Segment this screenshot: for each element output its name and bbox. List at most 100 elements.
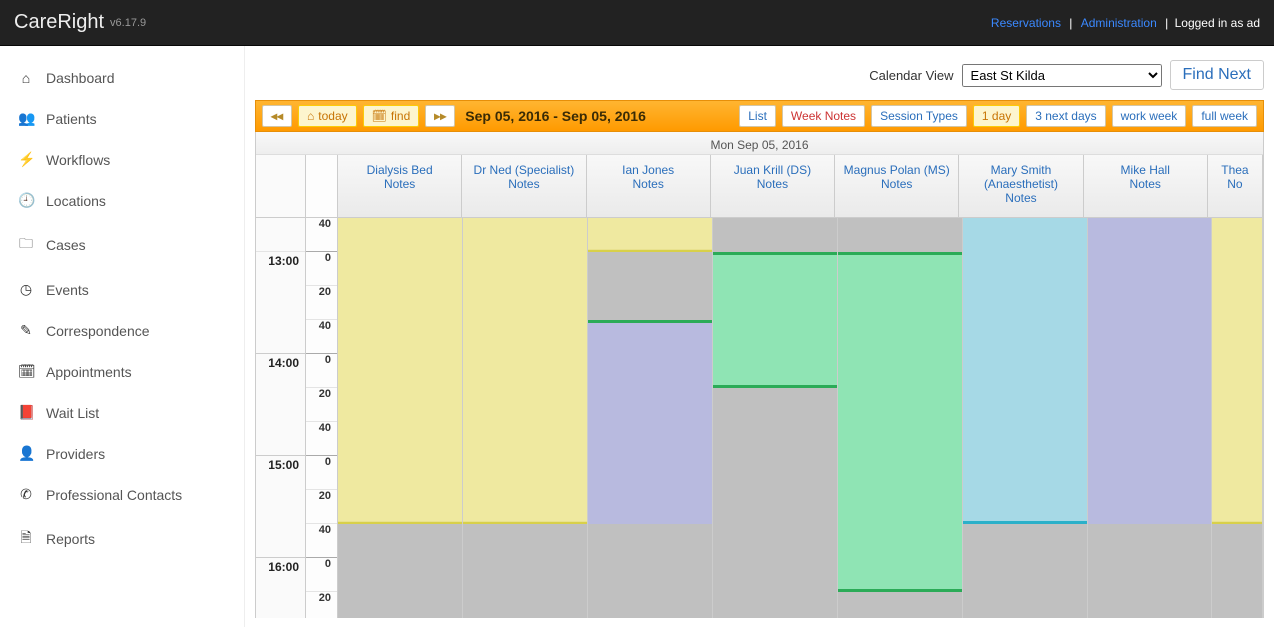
appointment-block[interactable] <box>713 388 837 618</box>
appointment-block[interactable] <box>588 252 712 322</box>
calendar-view-row: Calendar View East St Kilda Find Next <box>245 56 1274 94</box>
three-days-button[interactable]: 3 next days <box>1026 105 1105 127</box>
session-types-button[interactable]: Session Types <box>871 105 967 127</box>
appointment-block[interactable] <box>838 252 962 255</box>
appointment-block[interactable] <box>338 524 462 618</box>
prev-button[interactable]: ◂◂ <box>262 105 292 127</box>
appointment-block[interactable] <box>838 592 962 618</box>
calendar-toolbar: ◂◂ ⌂today 🗓find ▸▸ Sep 05, 2016 - Sep 05… <box>255 100 1264 132</box>
appointment-block[interactable] <box>713 252 837 255</box>
sidebar-item-patients[interactable]: 👥 Patients <box>0 98 244 139</box>
appointment-block[interactable] <box>713 252 837 388</box>
today-button[interactable]: ⌂today <box>298 105 357 127</box>
one-day-button[interactable]: 1 day <box>973 105 1020 127</box>
home-icon: ⌂ <box>307 109 314 123</box>
date-range: Sep 05, 2016 - Sep 05, 2016 <box>465 108 646 124</box>
sidebar: ⌂Dashboard👥Patients⚡Workflows🕘Locations🗀… <box>0 46 245 627</box>
provider-header[interactable]: Dr Ned (Specialist)Notes <box>462 155 586 217</box>
hour-label: 13:00 <box>256 252 305 354</box>
sidebar-item-wait-list[interactable]: 📕Wait List <box>0 392 244 433</box>
appointment-block[interactable] <box>1088 524 1212 618</box>
appointment-block[interactable] <box>588 524 712 618</box>
appointment-block[interactable] <box>713 218 837 252</box>
work-week-button[interactable]: work week <box>1112 105 1187 127</box>
link-administration[interactable]: Administration <box>1081 16 1157 30</box>
provider-column[interactable] <box>1088 218 1213 618</box>
appointment-block[interactable] <box>338 218 462 524</box>
full-week-button[interactable]: full week <box>1192 105 1257 127</box>
minute-label: 20 <box>306 490 337 524</box>
appointment-block[interactable] <box>463 524 587 618</box>
sidebar-item-appointments[interactable]: 🗓Appointments <box>0 351 244 392</box>
week-notes-button[interactable]: Week Notes <box>782 105 865 127</box>
list-button[interactable]: List <box>739 105 776 127</box>
provider-column[interactable] <box>588 218 713 618</box>
sidebar-icon: ✆ <box>18 486 34 503</box>
sidebar-icon: 🗀 <box>18 233 34 257</box>
minute-label: 0 <box>306 558 337 592</box>
provider-column[interactable] <box>1212 218 1263 618</box>
appointment-block[interactable] <box>588 320 712 524</box>
find-next-button[interactable]: Find Next <box>1170 60 1264 90</box>
appointment-block[interactable] <box>588 320 712 323</box>
provider-column[interactable] <box>463 218 588 618</box>
sidebar-icon: 🗎 <box>18 527 34 551</box>
appointment-block[interactable] <box>963 524 1087 618</box>
brand: CareRight <box>14 11 104 34</box>
provider-column[interactable] <box>963 218 1088 618</box>
provider-header[interactable]: Ian JonesNotes <box>587 155 711 217</box>
appointment-block[interactable] <box>1212 218 1262 524</box>
sidebar-item-correspondence[interactable]: ✎Correspondence <box>0 310 244 351</box>
calendar-grid[interactable]: 13:0014:0015:0016:0017:00 40020400204002… <box>256 218 1263 618</box>
day-label: Mon Sep 05, 2016 <box>256 132 1263 155</box>
appointment-block[interactable] <box>1212 524 1262 618</box>
sidebar-item-events[interactable]: ◷Events <box>0 269 244 310</box>
sidebar-item-providers[interactable]: 👤Providers <box>0 433 244 474</box>
sidebar-item-label: Cases <box>46 237 86 253</box>
minute-label: 20 <box>306 592 337 618</box>
next-button[interactable]: ▸▸ <box>425 105 455 127</box>
minute-label: 20 <box>306 286 337 320</box>
hour-label: 16:00 <box>256 558 305 618</box>
calendar-icon: 🗓 <box>372 109 387 123</box>
appointment-block[interactable] <box>838 252 962 592</box>
appointment-block[interactable] <box>1088 218 1212 524</box>
sidebar-item-label: Dashboard <box>46 70 115 86</box>
provider-column[interactable] <box>338 218 463 618</box>
appointment-block[interactable] <box>588 218 712 252</box>
provider-header[interactable]: Mike HallNotes <box>1084 155 1208 217</box>
topbar: CareRight v6.17.9 Reservations | Adminis… <box>0 0 1274 46</box>
link-reservations[interactable]: Reservations <box>991 16 1061 30</box>
sidebar-icon: 👤 <box>18 445 34 462</box>
sidebar-icon: ✎ <box>18 322 34 339</box>
sidebar-item-professional-contacts[interactable]: ✆Professional Contacts <box>0 474 244 515</box>
sidebar-icon: ⌂ <box>18 70 34 86</box>
minute-label: 40 <box>306 422 337 456</box>
topbar-right: Reservations | Administration | Logged i… <box>989 16 1260 30</box>
sidebar-icon: 👥 <box>18 110 34 127</box>
logged-in-text: Logged in as ad <box>1175 16 1260 30</box>
sidebar-item-label: Patients <box>46 111 97 127</box>
provider-header[interactable]: Mary Smith (Anaesthetist)Notes <box>959 155 1083 217</box>
sidebar-item-dashboard[interactable]: ⌂ Dashboard <box>0 58 244 98</box>
provider-header[interactable]: Magnus Polan (MS)Notes <box>835 155 959 217</box>
provider-header[interactable]: TheaNo <box>1208 155 1263 217</box>
provider-column[interactable] <box>713 218 838 618</box>
provider-header[interactable]: Dialysis BedNotes <box>338 155 462 217</box>
provider-column[interactable] <box>838 218 963 618</box>
sidebar-item-locations[interactable]: 🕘Locations <box>0 180 244 221</box>
calendar-view-select[interactable]: East St Kilda <box>962 64 1162 87</box>
find-button[interactable]: 🗓find <box>363 105 420 127</box>
sidebar-item-label: Workflows <box>46 152 110 168</box>
main: Calendar View East St Kilda Find Next ◂◂… <box>245 46 1274 627</box>
column-headers: Dialysis BedNotesDr Ned (Specialist)Note… <box>256 155 1263 218</box>
sidebar-item-workflows[interactable]: ⚡Workflows <box>0 139 244 180</box>
sidebar-item-cases[interactable]: 🗀 Cases <box>0 221 244 269</box>
calendar: Mon Sep 05, 2016 Dialysis BedNotesDr Ned… <box>255 132 1264 618</box>
sidebar-icon: 📕 <box>18 404 34 421</box>
appointment-block[interactable] <box>838 218 962 252</box>
provider-header[interactable]: Juan Krill (DS)Notes <box>711 155 835 217</box>
appointment-block[interactable] <box>963 218 1087 524</box>
appointment-block[interactable] <box>463 218 587 524</box>
sidebar-item-reports[interactable]: 🗎Reports <box>0 515 244 563</box>
